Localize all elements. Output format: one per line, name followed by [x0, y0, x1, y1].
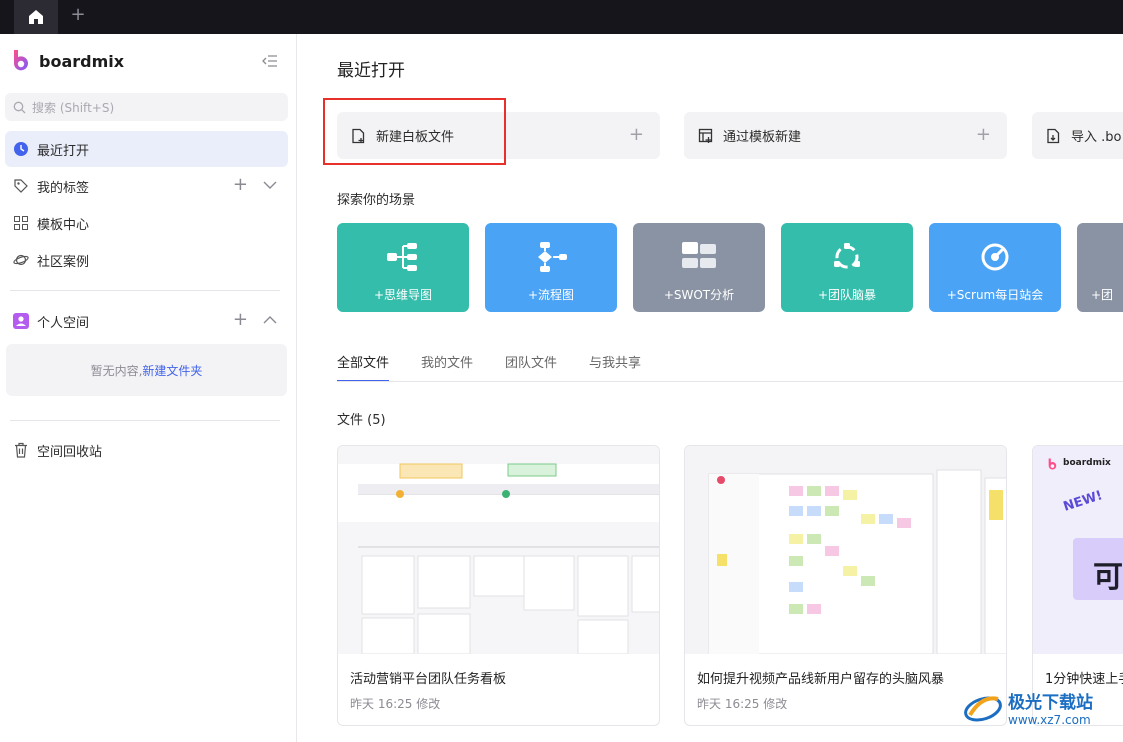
title-bar: +: [0, 0, 1123, 34]
watermark-title: 极光下载站: [1008, 693, 1093, 713]
file-meta: 昨天 16:25 修改: [697, 697, 788, 711]
thumb-text: 可: [1093, 560, 1123, 595]
scene-label: +思维导图: [373, 288, 433, 302]
home-tab[interactable]: [14, 0, 58, 34]
sidebar-item-label: 社区案例: [37, 254, 90, 270]
boardmix-logo-icon: [1048, 458, 1057, 470]
sidebar-divider: [10, 290, 280, 291]
sidebar-item-label: 空间回收站: [37, 444, 103, 460]
tab-shared[interactable]: 与我共享: [589, 352, 641, 382]
sidebar-item-tags[interactable]: 我的标签 +: [5, 168, 288, 204]
watermark: 极光下载站 www.xz7.com: [962, 688, 1093, 727]
file-thumbnail: [685, 446, 1006, 654]
watermark-url: www.xz7.com: [1008, 713, 1091, 727]
scene-flowchart[interactable]: +流程图: [485, 223, 617, 312]
file-card[interactable]: 活动营销平台团队任务看板 昨天 16:25 修改: [337, 445, 660, 726]
thumb-brand: boardmix: [1063, 458, 1111, 468]
aurora-logo-icon: [964, 695, 1002, 722]
empty-text: 暂无内容,: [90, 363, 143, 378]
main-content: 最近打开 新建白板文件 + 通过模板新建 + 导入 .bo 探索你的场景 +思维…: [297, 34, 1123, 742]
collapse-sidebar-icon[interactable]: [262, 54, 278, 68]
scene-scrum[interactable]: +Scrum每日站会: [929, 223, 1061, 312]
new-tab-button[interactable]: +: [68, 5, 88, 25]
page-title: 最近打开: [337, 61, 405, 81]
add-folder-icon[interactable]: +: [233, 311, 248, 329]
file-thumbnail: [338, 446, 659, 654]
grid-icon: [14, 216, 28, 230]
file-thumbnail: boardmix NEW! 可: [1033, 446, 1123, 654]
scene-brainstorm[interactable]: +团队脑暴: [781, 223, 913, 312]
sidebar-item-templates[interactable]: 模板中心: [5, 205, 288, 241]
swot-icon: [682, 242, 716, 268]
scene-more[interactable]: +团: [1077, 223, 1123, 312]
kanban-thumbnail-image: [338, 446, 659, 654]
file-tabs: 全部文件 我的文件 团队文件 与我共享: [337, 352, 641, 382]
flowchart-icon: [538, 242, 567, 272]
new-from-template-button[interactable]: 通过模板新建 +: [684, 112, 1007, 159]
plus-icon: +: [975, 124, 991, 145]
scene-label: +SWOT分析: [663, 288, 735, 302]
home-icon: [29, 10, 43, 24]
file-title: 1分钟快速上手: [1045, 672, 1123, 687]
search-icon: [13, 101, 26, 113]
user-avatar-icon: [13, 313, 29, 329]
file-card[interactable]: 如何提升视频产品线新用户留存的头脑风暴 昨天 16:25 修改: [684, 445, 1007, 726]
scene-label: +Scrum每日站会: [946, 288, 1044, 302]
file-title: 活动营销平台团队任务看板: [350, 672, 507, 687]
sidebar-item-label: 我的标签: [37, 180, 90, 196]
sidebar-item-recent[interactable]: 最近打开: [5, 131, 288, 167]
planet-icon: [13, 254, 29, 266]
empty-space-placeholder: 暂无内容, 新建文件夹: [6, 344, 287, 396]
tabs-divider: [337, 381, 1123, 382]
scene-label: +流程图: [527, 288, 575, 302]
brand-logo[interactable]: boardmix: [11, 49, 124, 73]
file-card[interactable]: boardmix NEW! 可 1分钟快速上手: [1032, 445, 1123, 726]
add-tag-icon[interactable]: +: [233, 176, 248, 194]
new-folder-link[interactable]: 新建文件夹: [142, 362, 202, 379]
file-meta: 昨天 16:25 修改: [350, 697, 441, 711]
explore-label: 探索你的场景: [337, 193, 416, 208]
brand-name: boardmix: [39, 51, 125, 71]
boardmix-logo-icon: [13, 50, 28, 71]
scrum-icon: [981, 243, 1009, 271]
import-button[interactable]: 导入 .bo: [1032, 112, 1123, 159]
tab-my-files[interactable]: 我的文件: [421, 352, 473, 382]
scene-label: +团队脑暴: [817, 288, 877, 302]
sidebar-item-label: 最近打开: [37, 143, 90, 159]
search-input[interactable]: 搜索 (Shift+S): [5, 93, 288, 121]
sidebar-item-personal-space[interactable]: 个人空间 +: [5, 303, 288, 339]
tab-all-files[interactable]: 全部文件: [337, 352, 390, 382]
action-label: 通过模板新建: [723, 130, 802, 145]
scene-label: +团: [1091, 288, 1114, 302]
action-label: 导入 .bo: [1071, 130, 1122, 145]
clock-icon: [14, 142, 28, 156]
mindmap-icon: [387, 243, 417, 271]
sidebar-divider: [10, 420, 280, 421]
sidebar-item-label: 模板中心: [37, 217, 90, 233]
brainstorm-icon: [834, 243, 860, 269]
tab-team-files[interactable]: 团队文件: [505, 352, 557, 382]
import-icon: [1047, 128, 1060, 143]
scene-mindmap[interactable]: +思维导图: [337, 223, 469, 312]
trash-icon: [15, 442, 27, 458]
chevron-down-icon[interactable]: [262, 177, 278, 193]
sidebar: boardmix 搜索 (Shift+S) 最近打开 我的标签 + 模板中心 社…: [0, 34, 297, 742]
sidebar-item-community[interactable]: 社区案例: [5, 242, 288, 278]
plus-icon: +: [628, 124, 644, 145]
brainstorm-thumbnail-image: [685, 446, 1006, 654]
highlight-box: [323, 98, 506, 165]
chevron-up-icon[interactable]: [262, 312, 278, 328]
file-title: 如何提升视频产品线新用户留存的头脑风暴: [697, 672, 945, 687]
files-count-label: 文件 (5): [337, 413, 386, 428]
new-badge: NEW!: [1061, 488, 1105, 515]
search-placeholder: 搜索 (Shift+S): [32, 100, 115, 115]
sidebar-item-trash[interactable]: 空间回收站: [5, 432, 288, 468]
scene-swot[interactable]: +SWOT分析: [633, 223, 765, 312]
template-icon: [698, 128, 713, 143]
plus-icon: +: [70, 4, 86, 25]
tag-icon: [14, 179, 28, 193]
sidebar-item-label: 个人空间: [37, 315, 90, 331]
